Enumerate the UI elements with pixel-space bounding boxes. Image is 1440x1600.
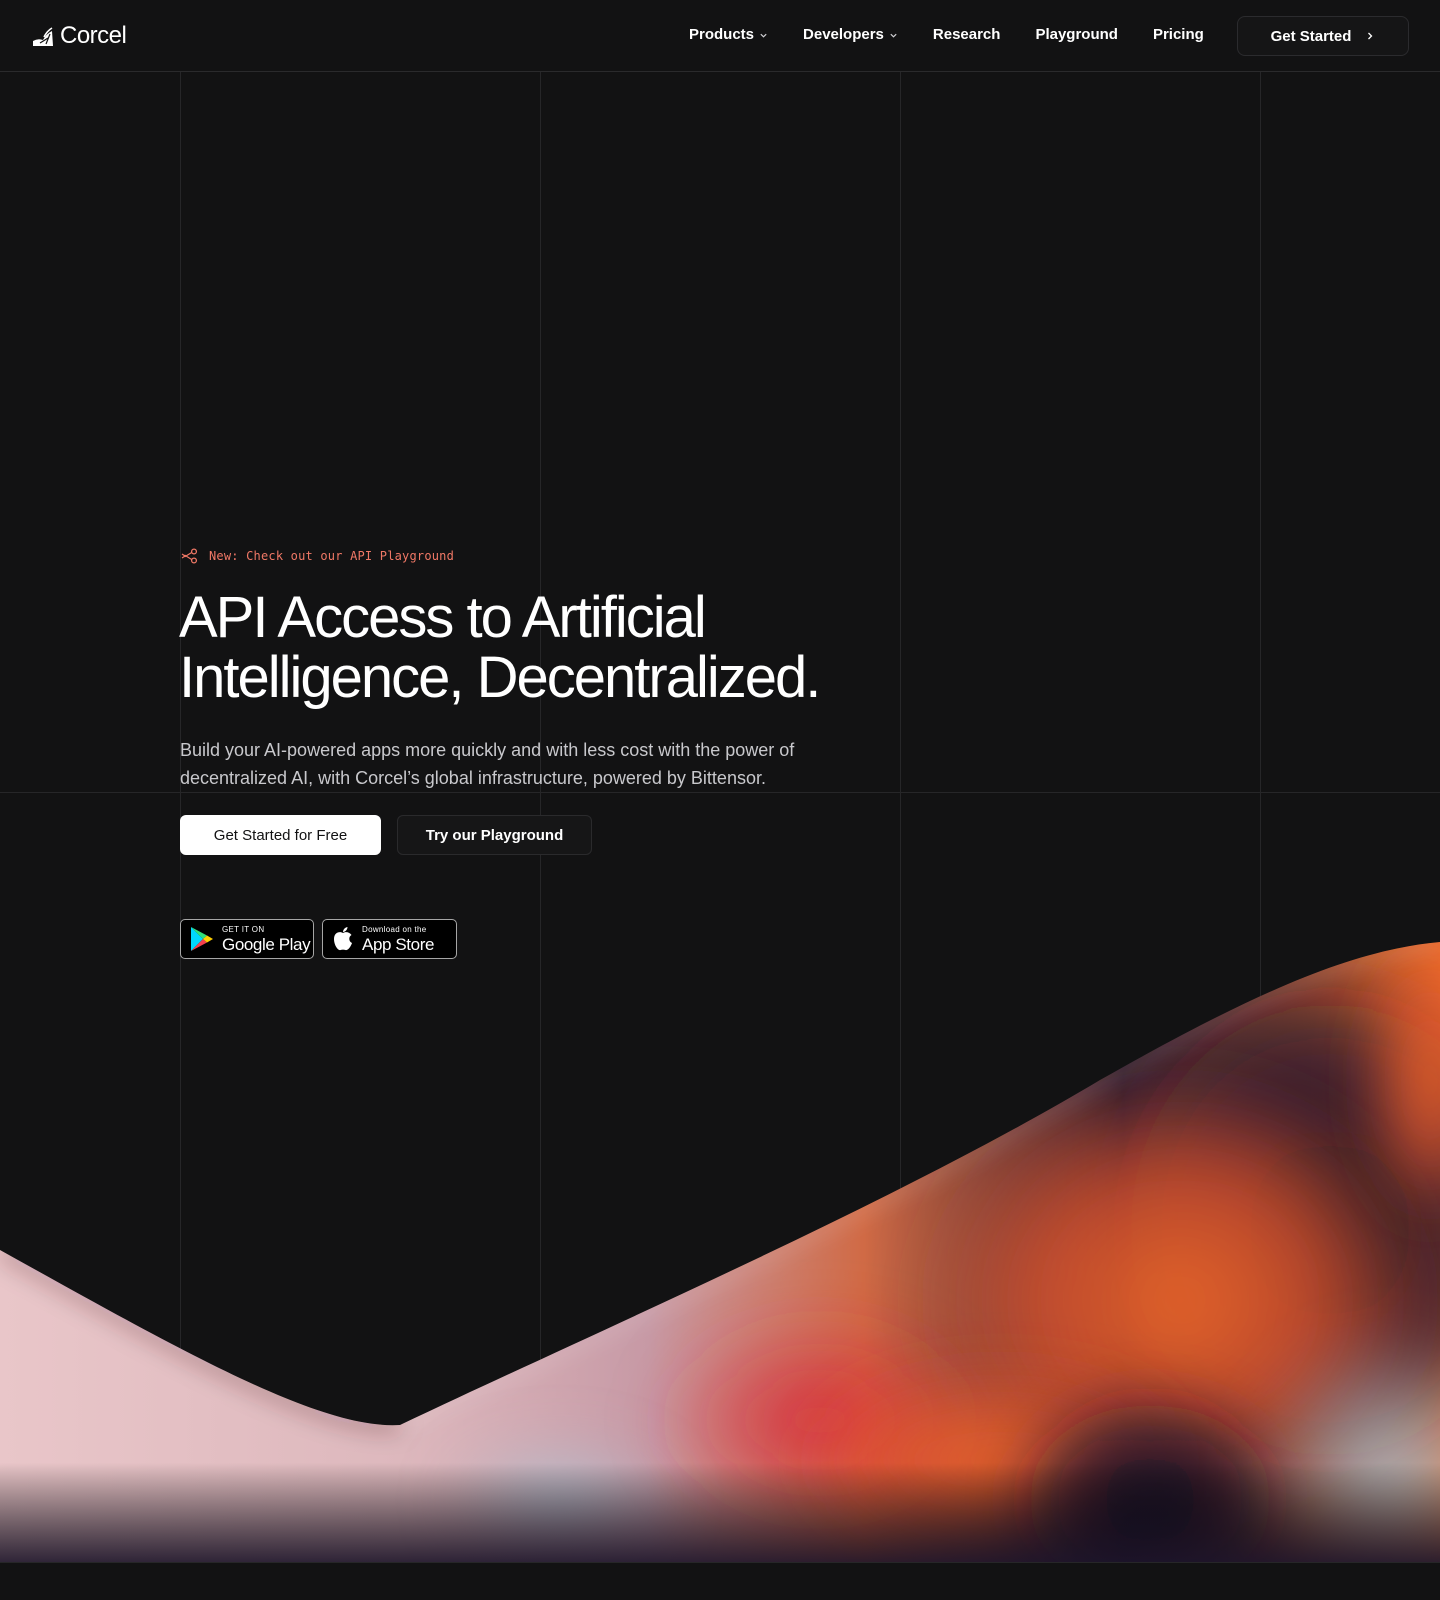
chevron-down-icon: [890, 33, 897, 38]
main-nav: Products Developers Research Playground …: [689, 26, 1204, 43]
brand-logo[interactable]: Corcel: [32, 22, 127, 50]
app-store-text: Download on the App Store: [362, 924, 435, 954]
nav-item-playground[interactable]: Playground: [1035, 26, 1118, 43]
google-play-small: GET IT ON: [222, 924, 265, 934]
apple-icon: [334, 927, 352, 951]
share-nodes-icon: [181, 548, 198, 564]
google-play-badge[interactable]: GET IT ON Google Play: [180, 919, 314, 959]
nav-item-research[interactable]: Research: [933, 26, 1001, 43]
chevron-down-icon: [760, 33, 767, 38]
hero-wave-graphic: [0, 942, 1440, 1562]
google-play-text: GET IT ON Google Play: [222, 924, 311, 954]
app-store-small: Download on the: [362, 924, 427, 934]
google-play-large: Google Play: [222, 934, 311, 954]
nav-item-products[interactable]: Products: [689, 26, 768, 43]
hero-title-line-2: Intelligence, Decentralized.: [179, 645, 821, 710]
app-store-badge[interactable]: Download on the App Store: [322, 919, 457, 959]
nav-item-label: Developers: [803, 26, 884, 43]
page: Corcel Products Developers Research Play…: [0, 0, 1440, 1600]
announcement-text: New: Check out our API Playground: [209, 549, 455, 563]
get-started-label: Get Started: [1270, 27, 1352, 45]
nav-item-label: Research: [932, 26, 1001, 43]
nav-item-label: Playground: [1035, 26, 1118, 43]
try-playground-label: Try our Playground: [425, 826, 564, 844]
app-store-large: App Store: [362, 934, 435, 954]
nav-item-developers[interactable]: Developers: [803, 26, 898, 43]
nav-item-pricing[interactable]: Pricing: [1153, 26, 1204, 43]
google-play-icon: [191, 927, 213, 951]
grid-line: [0, 1562, 1440, 1563]
nav-item-label: Products: [689, 26, 755, 43]
brand-name: Corcel: [60, 22, 127, 49]
chevron-right-icon: [1368, 32, 1373, 40]
try-playground-button[interactable]: Try our Playground: [397, 815, 592, 855]
get-started-button[interactable]: Get Started: [1237, 16, 1409, 56]
hero-title: API Access to Artificial Intelligence, D…: [179, 588, 879, 708]
hero-title-line-1: API Access to Artificial: [179, 585, 707, 650]
nav-item-label: Pricing: [1152, 26, 1204, 43]
corcel-logo-icon: [33, 27, 53, 46]
get-started-free-button[interactable]: Get Started for Free: [180, 815, 381, 855]
site-header: Corcel Products Developers Research Play…: [0, 0, 1440, 72]
get-started-free-label: Get Started for Free: [213, 826, 348, 844]
announcement-link[interactable]: New: Check out our API Playground: [181, 548, 454, 564]
hero-subtitle: Build your AI-powered apps more quickly …: [180, 740, 795, 788]
grid-line: [0, 792, 1440, 793]
